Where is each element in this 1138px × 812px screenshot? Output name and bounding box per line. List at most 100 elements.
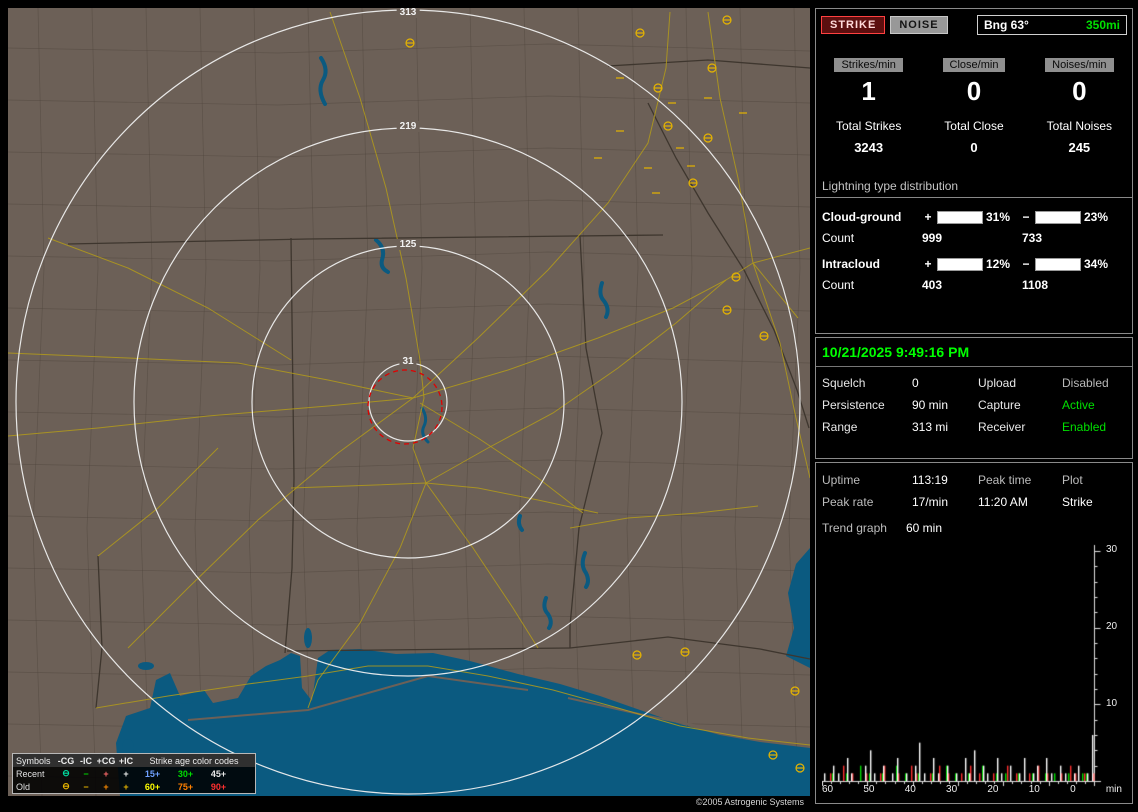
y-tick-10: 10 [1106, 698, 1117, 709]
copyright-text: ©2005 Astrogenic Systems [8, 797, 808, 807]
recent-pcg-icon: + [96, 769, 116, 779]
squelch-value: 0 [912, 376, 978, 390]
peak-rate-value: 17/min [912, 495, 978, 509]
plot-label: Plot [1062, 473, 1132, 487]
ic-positive-pct: 12% [986, 257, 1020, 271]
range-value: 313 mi [912, 420, 978, 434]
y-tick-30: 30 [1106, 544, 1117, 555]
squelch-label: Squelch [822, 376, 912, 390]
distribution-title: Lightning type distribution [816, 179, 1132, 198]
x-tick-40: 40 [905, 784, 916, 795]
cg-negative-bar [1035, 211, 1081, 224]
age-15: 15+ [136, 769, 169, 779]
peak-time-value: 11:20 AM [978, 495, 1062, 509]
strike-mode-button[interactable]: STRIKE [821, 16, 885, 34]
total-close-value: 0 [921, 140, 1026, 155]
old-ncg-icon: ⊖ [56, 781, 76, 792]
x-tick-10: 10 [1029, 784, 1040, 795]
cloud-ground-label: Cloud-ground [822, 210, 922, 224]
plus-sign: + [922, 210, 934, 224]
x-tick-20: 20 [987, 784, 998, 795]
settings-grid: Squelch 0 Upload Disabled Persistence 90… [816, 367, 1132, 443]
status-grid: Uptime 113:19 Peak time Plot Peak rate 1… [816, 463, 1132, 509]
total-strikes-value: 3243 [816, 140, 921, 155]
minus-sign: − [1020, 257, 1032, 271]
noise-mode-button[interactable]: NOISE [890, 16, 947, 34]
total-strikes: Total Strikes 3243 [816, 119, 921, 155]
intracloud-row: Intracloud + 12% − 34% [822, 257, 1126, 271]
intracloud-label: Intracloud [822, 257, 922, 271]
x-axis-unit: min [1106, 784, 1122, 795]
strikes-per-min-value: 1 [816, 77, 921, 105]
upload-value: Disabled [1062, 376, 1132, 390]
cloud-ground-row: Cloud-ground + 31% − 23% [822, 210, 1126, 224]
age-45: 45+ [202, 769, 235, 779]
capture-value: Active [1062, 398, 1132, 412]
age-30: 30+ [169, 769, 202, 779]
cg-positive-count: 999 [922, 231, 1022, 245]
legend-recent-label: Recent [16, 769, 56, 779]
x-tick-60: 60 [822, 784, 833, 795]
totals-row: Total Strikes 3243 Total Close 0 Total N… [816, 119, 1132, 155]
legend-old-label: Old [16, 782, 56, 792]
old-pcg-icon: + [96, 782, 116, 792]
intracloud-count-row: Count 403 1108 [822, 278, 1126, 292]
count-label: Count [822, 231, 922, 245]
range-ring-label-313: 313 [397, 8, 420, 18]
cloud-ground-count-row: Count 999 733 [822, 231, 1126, 245]
persistence-label: Persistence [822, 398, 912, 412]
trend-window-value: 60 min [906, 521, 942, 535]
settings-section: 10/21/2025 9:49:16 PM Squelch 0 Upload D… [815, 337, 1133, 459]
count-label: Count [822, 278, 922, 292]
close-per-min-value: 0 [921, 77, 1026, 105]
bearing-range-display: Bng 63° 350mi [977, 15, 1127, 35]
trend-section: Uptime 113:19 Peak time Plot Peak rate 1… [815, 462, 1133, 804]
minus-sign: − [1020, 210, 1032, 224]
strikes-per-min-button[interactable]: Strikes/min [834, 58, 902, 72]
peak-rate-label: Peak rate [822, 495, 912, 509]
total-close-label: Total Close [921, 119, 1026, 133]
total-noises-value: 245 [1027, 140, 1132, 155]
old-nic-icon: − [76, 782, 96, 792]
ic-negative-count: 1108 [1022, 278, 1122, 292]
lightning-distribution: Lightning type distribution Cloud-ground… [816, 179, 1132, 292]
legend-symbols-header: Symbols [16, 756, 56, 766]
cg-negative-pct: 23% [1084, 210, 1118, 224]
total-noises-label: Total Noises [1027, 119, 1132, 133]
close-per-min: Close/min 0 [921, 55, 1026, 105]
x-axis-labels: 60 50 40 30 20 10 0 min [822, 784, 1122, 795]
upload-label: Upload [978, 376, 1062, 390]
legend-header-row: Symbols -CG -IC +CG +IC Strike age color… [13, 754, 255, 767]
lightning-map[interactable]: 313 219 125 31 Symbols -CG -IC +CG +IC S… [8, 8, 810, 796]
close-per-min-button[interactable]: Close/min [943, 58, 1006, 72]
trend-graph: 30 20 10 60 50 40 30 20 10 0 min [822, 543, 1132, 801]
range-ring-label-125: 125 [397, 239, 420, 250]
cg-positive-pct: 31% [986, 210, 1020, 224]
status-panel: STRIKE NOISE Bng 63° 350mi Strikes/min 1… [815, 8, 1133, 804]
ic-negative-pct: 34% [1084, 257, 1118, 271]
range-value: 350mi [1086, 18, 1120, 32]
trend-graph-label: Trend graph [822, 521, 906, 535]
receiver-label: Receiver [978, 420, 1062, 434]
cg-negative-count: 733 [1022, 231, 1122, 245]
plot-mode-value: Strike [1062, 495, 1132, 509]
age-60: 60+ [136, 782, 169, 792]
recent-ncg-icon: ⊖ [56, 768, 76, 779]
total-strikes-label: Total Strikes [816, 119, 921, 133]
bearing-value: Bng 63° [984, 18, 1029, 32]
persistence-value: 90 min [912, 398, 978, 412]
trend-graph-header: Trend graph 60 min [816, 509, 1132, 535]
noises-per-min-button[interactable]: Noises/min [1045, 58, 1113, 72]
datetime-display: 10/21/2025 9:49:16 PM [816, 338, 1132, 367]
x-tick-30: 30 [946, 784, 957, 795]
total-noises: Total Noises 245 [1027, 119, 1132, 155]
legend-type-pcg: +CG [96, 756, 116, 766]
noises-per-min: Noises/min 0 [1027, 55, 1132, 105]
range-ring-label-31: 31 [399, 356, 416, 367]
strikes-per-min: Strikes/min 1 [816, 55, 921, 105]
x-tick-0: 0 [1070, 784, 1076, 795]
capture-label: Capture [978, 398, 1062, 412]
total-close: Total Close 0 [921, 119, 1026, 155]
x-tick-50: 50 [863, 784, 874, 795]
y-tick-20: 20 [1106, 621, 1117, 632]
